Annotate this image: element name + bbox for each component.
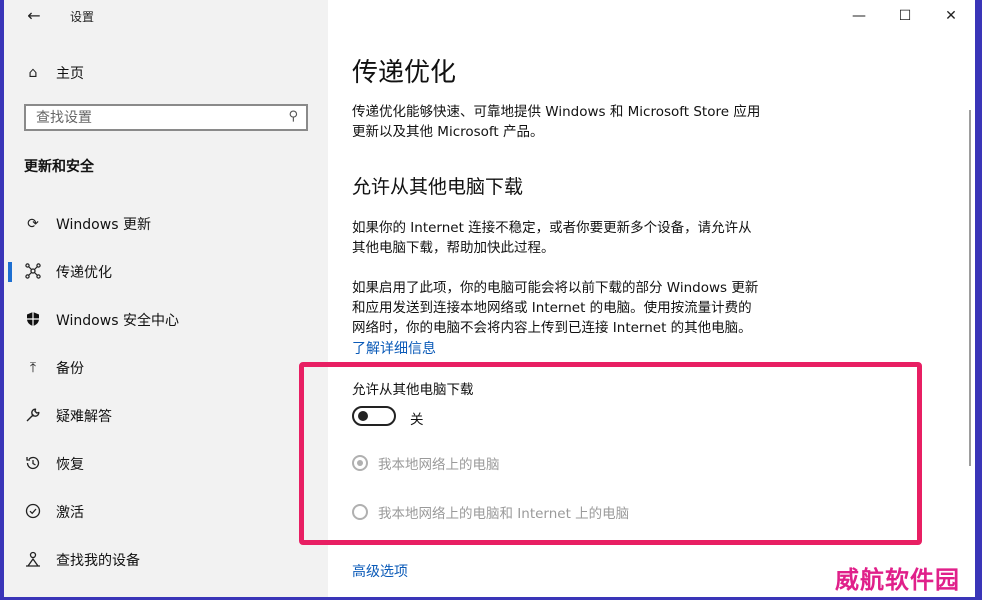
section-title: 更新和安全	[24, 159, 94, 175]
home-icon: ⌂	[28, 65, 38, 81]
sidebar-item-delivery-optimization[interactable]: 传递优化	[4, 252, 328, 292]
history-icon	[24, 455, 42, 473]
page-title: 传递优化	[352, 58, 457, 88]
frame-border-right	[975, 0, 982, 600]
minimize-icon[interactable]: —	[836, 0, 882, 32]
sidebar-item-label: Windows 更新	[56, 217, 151, 233]
allow-downloads-toggle[interactable]	[352, 406, 396, 426]
sidebar-item-activation[interactable]: 激活	[4, 492, 328, 532]
info-paragraph-1: 如果你的 Internet 连接不稳定，或者你要更新多个设备，请允许从 其他电脑…	[352, 220, 752, 256]
watermark: 威航软件园	[835, 565, 960, 594]
home-nav[interactable]: ⌂ 主页	[24, 60, 84, 86]
search-input[interactable]	[26, 106, 276, 129]
checkmark-circle-icon	[24, 503, 42, 521]
person-location-icon	[24, 551, 42, 569]
sidebar-item-backup[interactable]: ⤒ 备份	[4, 348, 328, 388]
sidebar-item-label: 激活	[56, 505, 84, 521]
sidebar-item-label: 恢复	[56, 457, 84, 473]
shield-icon	[24, 311, 42, 329]
radio-button-checked[interactable]	[352, 455, 368, 471]
selection-indicator	[8, 262, 12, 282]
learn-more-link[interactable]: 了解详细信息	[352, 338, 436, 358]
sidebar-item-label: 传递优化	[56, 265, 112, 281]
advanced-options-link[interactable]: 高级选项	[352, 561, 408, 581]
sidebar-item-label: 疑难解答	[56, 409, 112, 425]
toggle-label: 允许从其他电脑下载	[352, 382, 474, 398]
sidebar-item-security-center[interactable]: Windows 安全中心	[4, 300, 328, 340]
home-label: 主页	[56, 66, 84, 82]
page-description: 传递优化能够快速、可靠地提供 Windows 和 Microsoft Store…	[352, 104, 761, 140]
back-arrow-icon[interactable]: ←	[22, 4, 46, 28]
selection-indicator	[8, 502, 12, 522]
sidebar-item-label: Windows 安全中心	[56, 313, 179, 329]
search-icon[interactable]: ⚲	[288, 109, 298, 124]
radio-local-and-internet[interactable]: 我本地网络上的电脑和 Internet 上的电脑	[352, 501, 629, 523]
section-subheading: 允许从其他电脑下载	[352, 176, 524, 198]
selection-indicator	[8, 214, 12, 234]
toggle-knob	[358, 411, 368, 421]
close-icon[interactable]: ✕	[928, 0, 974, 32]
radio-local-network[interactable]: 我本地网络上的电脑	[352, 452, 500, 474]
sync-icon: ⟳	[27, 216, 39, 232]
delivery-network-icon	[24, 263, 42, 281]
sidebar-item-label: 查找我的设备	[56, 553, 140, 569]
settings-window: ← 设置 ⌂ 主页 ⚲ 更新和安全 ⟳ Windows 更新 传递优化	[4, 0, 975, 597]
sidebar-item-find-my-device[interactable]: 查找我的设备	[4, 540, 328, 580]
sidebar-item-label: 备份	[56, 361, 84, 377]
selection-indicator	[8, 406, 12, 426]
sidebar-item-windows-update[interactable]: ⟳ Windows 更新	[4, 204, 328, 244]
search-box: ⚲	[24, 104, 308, 131]
selection-indicator	[8, 550, 12, 570]
info-paragraph-2: 如果启用了此项，你的电脑可能会将以前下载的部分 Windows 更新 和应用发送…	[352, 280, 759, 336]
sidebar-item-recovery[interactable]: 恢复	[4, 444, 328, 484]
radio-label: 我本地网络上的电脑	[378, 457, 500, 473]
selection-indicator	[8, 454, 12, 474]
app-title: 设置	[70, 10, 95, 24]
selection-indicator	[8, 310, 12, 330]
scrollbar[interactable]	[969, 110, 971, 466]
main-content: — ☐ ✕ 传递优化 传递优化能够快速、可靠地提供 Windows 和 Micr…	[328, 0, 975, 597]
maximize-icon[interactable]: ☐	[882, 0, 928, 32]
selection-indicator	[8, 358, 12, 378]
radio-label: 我本地网络上的电脑和 Internet 上的电脑	[378, 506, 630, 522]
sidebar: ← 设置 ⌂ 主页 ⚲ 更新和安全 ⟳ Windows 更新 传递优化	[4, 0, 328, 597]
wrench-icon	[24, 407, 42, 425]
radio-button[interactable]	[352, 504, 368, 520]
sidebar-item-troubleshoot[interactable]: 疑难解答	[4, 396, 328, 436]
backup-arrow-icon: ⤒	[29, 360, 37, 376]
toggle-state-label: 关	[410, 412, 424, 428]
